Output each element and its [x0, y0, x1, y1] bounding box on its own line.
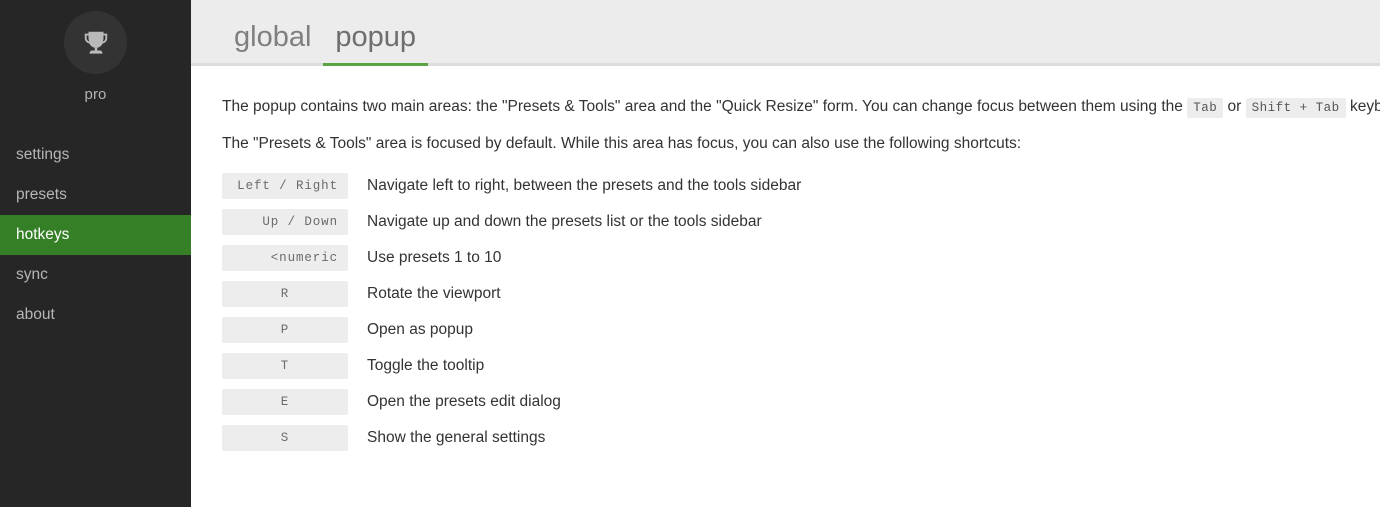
tab-popup[interactable]: popup: [323, 23, 428, 66]
sidebar-item-about[interactable]: about: [0, 295, 191, 335]
hotkey-description: Use presets 1 to 10: [367, 249, 502, 267]
table-row: E Open the presets edit dialog: [222, 389, 1356, 415]
hotkey-key: S: [222, 425, 348, 451]
tab-bar: global popup: [191, 0, 1380, 66]
hotkey-description: Show the general settings: [367, 429, 546, 447]
hotkey-key: Left / Right: [222, 173, 348, 199]
table-row: <numeric keys> Use presets 1 to 10: [222, 245, 1356, 271]
tab-global[interactable]: global: [222, 23, 323, 63]
hotkey-key: R: [222, 281, 348, 307]
table-row: R Rotate the viewport: [222, 281, 1356, 307]
main-panel: global popup The popup contains two main…: [191, 0, 1380, 507]
intro-text-part2: keyboard shortcuts.: [1349, 98, 1380, 115]
sidebar-item-hotkeys[interactable]: hotkeys: [0, 215, 191, 255]
intro-text-mid: or: [1223, 98, 1246, 115]
trophy-icon: [81, 28, 111, 58]
table-row: T Toggle the tooltip: [222, 353, 1356, 379]
focus-note-paragraph: The "Presets & Tools" area is focused by…: [222, 134, 1022, 152]
profile-name: pro: [84, 86, 107, 103]
avatar[interactable]: [64, 11, 127, 74]
table-row: Up / Down Navigate up and down the prese…: [222, 209, 1356, 235]
hotkey-description: Open as popup: [367, 321, 474, 339]
intro-text-part1: The popup contains two main areas: the "…: [222, 98, 1188, 115]
hotkey-key: <numeric keys>: [222, 245, 348, 271]
table-row: Left / Right Navigate left to right, bet…: [222, 173, 1356, 199]
table-row: P Open as popup: [222, 317, 1356, 343]
hotkey-description: Navigate up and down the presets list or…: [367, 213, 762, 231]
hotkey-description: Toggle the tooltip: [367, 357, 485, 375]
sidebar-item-settings[interactable]: settings: [0, 135, 191, 175]
table-row: S Show the general settings: [222, 425, 1356, 451]
hotkey-description: Navigate left to right, between the pres…: [367, 177, 802, 195]
hotkey-key: P: [222, 317, 348, 343]
sidebar: pro settings presets hotkeys sync about: [0, 0, 191, 507]
avatar-container: [0, 0, 191, 74]
content-area: The popup contains two main areas: the "…: [191, 66, 1380, 461]
hotkey-key: Up / Down: [222, 209, 348, 235]
intro-paragraph: The popup contains two main areas: the "…: [222, 98, 1380, 118]
hotkeys-table: Left / Right Navigate left to right, bet…: [222, 173, 1356, 451]
sidebar-nav: settings presets hotkeys sync about: [0, 135, 191, 335]
sidebar-item-sync[interactable]: sync: [0, 255, 191, 295]
code-shift-tab: Shift + Tab: [1245, 98, 1346, 118]
app-root: pro settings presets hotkeys sync about …: [0, 0, 1380, 507]
hotkey-key: E: [222, 389, 348, 415]
hotkey-description: Open the presets edit dialog: [367, 393, 561, 411]
hotkey-key: T: [222, 353, 348, 379]
hotkey-description: Rotate the viewport: [367, 285, 501, 303]
sidebar-item-presets[interactable]: presets: [0, 175, 191, 215]
code-tab: Tab: [1187, 98, 1224, 118]
